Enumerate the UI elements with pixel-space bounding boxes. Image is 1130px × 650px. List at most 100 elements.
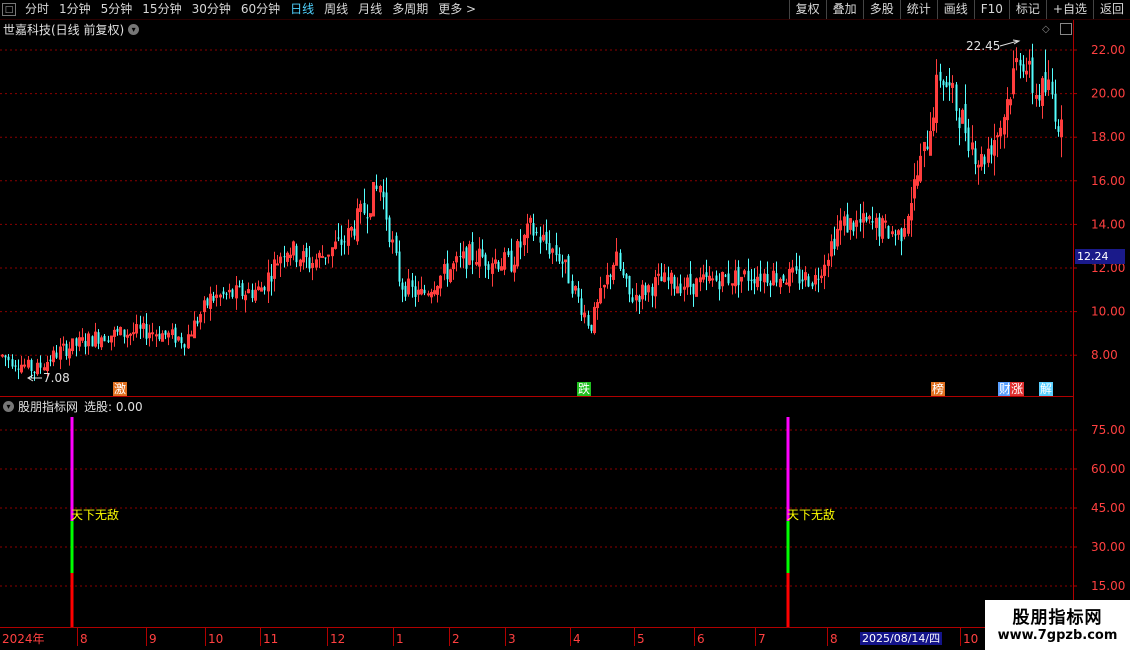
candle-body [71,338,74,352]
candle-body [967,127,970,151]
period-tab-1[interactable]: 1分钟 [54,0,96,19]
candle-body [993,140,996,156]
time-tick-label: 9 [149,632,157,646]
candle-body [177,336,180,341]
candle-body [926,146,929,150]
toolbar-button-0[interactable]: 复权 [788,0,826,19]
candle-body [299,259,302,267]
candle-body [401,282,404,290]
watermark-url: www.7gpzb.com [997,628,1118,643]
toolbar-button-6[interactable]: 标记 [1008,0,1046,19]
candle-body [817,278,820,280]
candle-body [548,243,551,255]
candle-body [561,261,564,264]
candle-body [148,332,151,339]
event-badge[interactable]: 榜 [931,382,946,396]
candle-body [379,185,382,193]
candles-group [1,43,1063,381]
candle-body [375,185,378,189]
candle-body [670,272,673,284]
candle-body [846,214,849,233]
candle-body [7,356,10,361]
period-tab-2[interactable]: 5分钟 [96,0,138,19]
time-tick-label: 8 [830,632,838,646]
toolbar-button-2[interactable]: 多股 [862,0,900,19]
candle-body [699,277,702,283]
candle-body [369,213,372,218]
period-tab-7[interactable]: 周线 [319,0,353,19]
time-tick-label: 3 [508,632,516,646]
candle-body [859,219,862,223]
candle-body [433,290,436,295]
candle-body [187,334,190,349]
period-tab-3[interactable]: 15分钟 [137,0,186,19]
candle-body [295,245,298,263]
price-tick-label: 14.00 [1091,217,1125,231]
toolbar-button-7[interactable]: +自选 [1045,0,1093,19]
candle-body [20,364,23,373]
candle-body [209,293,212,309]
event-badge[interactable]: 涨 [1010,382,1025,396]
candle-body [513,264,516,273]
candle-body [59,346,62,360]
candle-body [279,256,282,264]
indicator-value: 选股: 0.00 [84,400,143,414]
candle-body [942,80,945,86]
candle-body [46,361,49,372]
window-maximize-icon[interactable] [1060,23,1072,35]
period-toolbar: □ 分时 1分钟 5分钟 15分钟 30分钟 60分钟 日线 周线 月线 多周期 更多 > 复权 叠加… [0,0,1130,20]
period-tab-4[interactable]: 30分钟 [187,0,236,19]
candle-body [638,295,641,302]
candle-body [564,259,567,263]
toolbar-button-8[interactable]: 返回 [1092,0,1130,19]
candle-body [244,294,247,301]
candle-body [193,320,196,339]
candle-body [455,256,458,263]
candle-body [955,84,958,111]
diamond-icon[interactable]: ◇ [1042,24,1050,35]
candle-body [596,302,599,309]
candle-body [494,259,497,264]
candle-body [87,333,90,347]
candle-body [567,255,570,284]
candle-body [580,298,583,315]
candle-body [727,273,730,284]
toolbar-button-5[interactable]: F10 [973,0,1009,19]
period-tab-0[interactable]: 分时 [20,0,54,19]
title-dropdown-icon[interactable]: ▾ [128,24,140,35]
candle-body [203,300,206,313]
candle-body [599,288,602,304]
candle-body [654,277,657,297]
time-tick-label: 12 [330,632,345,646]
candle-body [107,340,110,342]
toolbar-button-3[interactable]: 统计 [899,0,937,19]
event-badge[interactable]: 跌 [577,382,592,396]
toolbar-button-4[interactable]: 画线 [936,0,974,19]
toolbar-button-1[interactable]: 叠加 [825,0,863,19]
event-badge[interactable]: 解 [1039,382,1054,396]
candle-body [468,244,471,265]
candle-body [43,367,46,371]
candle-body [190,334,193,337]
candle-body [321,255,324,258]
candle-body [449,269,452,283]
event-badge[interactable]: 激 [113,382,128,396]
candle-body [260,287,263,292]
candle-body [839,220,842,231]
candle-body [775,273,778,283]
period-tab-5[interactable]: 60分钟 [236,0,285,19]
candle-body [222,291,225,295]
period-tab-6[interactable]: 日线 [285,0,319,19]
candle-body [334,241,337,249]
panel-toggle-icon[interactable]: □ [2,3,16,16]
candle-body [782,275,785,281]
period-tab-10[interactable]: 更多 > [433,0,481,19]
candle-body [478,248,481,267]
period-tab-8[interactable]: 月线 [353,0,387,19]
candle-body [833,238,836,249]
candle-body [935,74,938,123]
candle-body [855,220,858,227]
indicator-dropdown-icon[interactable]: ▾ [3,401,14,412]
period-tab-9[interactable]: 多周期 [387,0,433,19]
candle-body [734,270,737,287]
